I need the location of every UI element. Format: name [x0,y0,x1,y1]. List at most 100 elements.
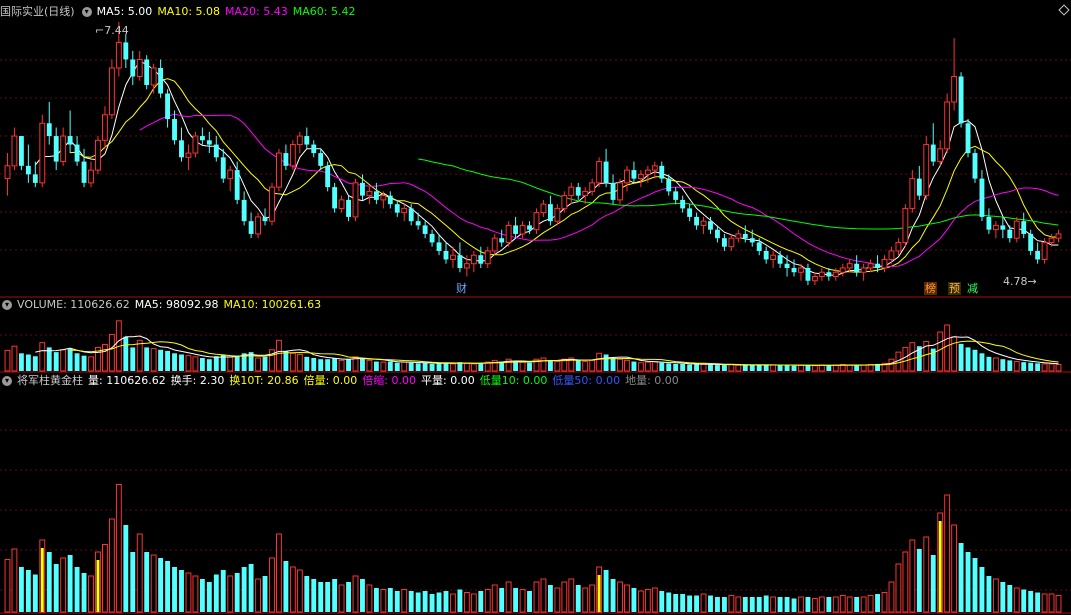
volume-bar [937,331,944,372]
candle-body [909,178,916,209]
indicator-bar [860,596,867,613]
marker-bang[interactable]: 榜 [924,282,937,295]
indicator-bar [46,552,52,612]
volume-bar [234,355,240,371]
ma10-label: MA10: 5.08 [157,5,221,18]
volume-bar [659,362,665,371]
volume-bar [860,364,867,372]
candle-body [777,255,783,264]
candle-body [589,182,596,192]
volume-bar [1007,360,1013,371]
candle-body [32,174,38,183]
candle-body [311,144,317,154]
volume-bar [123,336,129,371]
candle-body [770,254,777,260]
settings-circle-icon[interactable]: ▾ [81,7,92,17]
candle-body [450,254,456,260]
candle-body [505,224,512,243]
indicator-bar [248,564,254,612]
candle-body [826,272,832,277]
candle-body [46,123,52,137]
indicator-field: 量: 110626.62 [88,374,166,387]
marker-jian[interactable]: 减 [966,282,979,295]
volume-bar [192,356,199,372]
marker-yu[interactable]: 预 [948,282,961,295]
volume-bar [360,358,365,371]
indicator-bar [158,558,164,612]
candle-body [220,157,226,179]
volume-bar [596,352,603,372]
volume-bar [408,362,414,371]
indicator-bar [60,557,67,613]
volume-bar [735,364,742,372]
volume-bar [158,349,164,371]
volume-bar [60,349,67,372]
volume-settings-icon[interactable]: ▾ [2,300,12,310]
indicator-bar [533,581,540,613]
volume-bar [694,364,700,371]
indicator-bar [457,589,463,612]
volume-bar [986,356,992,371]
volume-bar [296,353,303,372]
indicator-bar [422,591,428,612]
volume-bar [805,365,811,371]
volume-bar [318,359,324,371]
volume-bar [811,365,818,372]
candle-body [74,144,80,162]
volume-bar [728,364,735,372]
indicator-bar [450,593,456,613]
indicator-bar [179,570,184,612]
high-price-label: ⌐7.44 [95,24,129,37]
candle-body [715,229,720,239]
volume-bar [255,357,261,372]
indicator-bar [108,518,115,613]
indicator-settings-icon[interactable]: ▾ [2,376,12,386]
candle-body [213,144,219,158]
volume-bar [617,358,623,372]
indicator-bar [373,588,379,612]
candle-body [478,255,484,264]
indicator-bar [283,561,289,612]
indicator-bar [338,584,345,613]
marker-cai[interactable]: 财 [455,282,468,295]
volume-bar [387,361,393,371]
main-header: 国际实业(日线) ▾ MA5: 5.00 MA10: 5.08 MA20: 5.… [0,4,355,20]
indicator-bar [540,578,547,613]
volume-bar [81,355,87,371]
volume-bar [749,365,755,371]
ma20-label: MA20: 5.43 [225,5,288,18]
indicator-bar [763,595,769,612]
indicator-bar [1028,591,1034,612]
indicator-bar [346,582,351,612]
indicator-bar [415,592,421,612]
indicator-bar [659,591,665,612]
volume-bar [798,364,804,372]
indicator-bar [318,582,324,612]
volume-bar [972,349,978,371]
indicator-bar [401,589,408,613]
golden-pillar [597,575,601,612]
volume-bar [276,339,282,372]
indicator-bar [172,567,177,612]
volume-bar [422,362,428,371]
candle-body [67,136,73,145]
indicator-bar [965,552,971,612]
candle-body [422,225,428,234]
volume-bar [304,356,310,371]
indicator-bar [791,598,797,612]
indicator-bar [213,574,219,612]
candle-body [373,191,379,200]
volume-bar [179,354,184,371]
volume-bar [25,354,31,371]
candle-body [262,216,268,222]
candle-body [429,233,435,243]
volume-bar [944,324,951,372]
indicator-bar [680,594,686,612]
volume-bar [951,336,958,372]
indicator-bar [387,588,393,612]
indicator-bar [206,582,212,612]
volume-bar [902,346,909,372]
indicator-bar [491,584,498,613]
candle-body [784,263,790,268]
volume-bar [101,343,108,372]
